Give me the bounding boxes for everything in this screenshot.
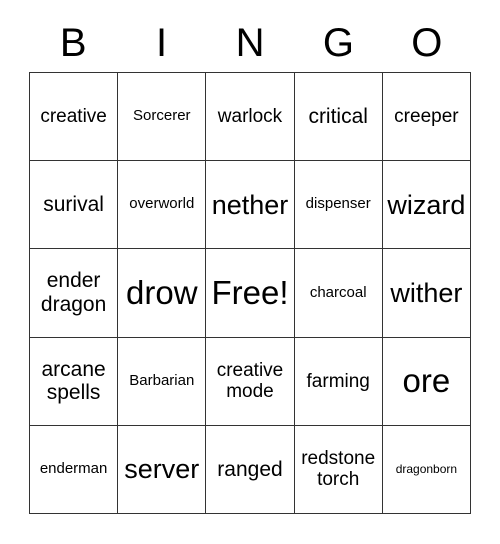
bingo-cell-r4c3[interactable]: creative mode [206,337,295,426]
bingo-cell-r2c5[interactable]: wizard [382,161,471,250]
bingo-cell-r1c2[interactable]: Sorcerer [118,73,207,162]
bingo-cell-label: drow [126,273,198,311]
bingo-cell-label: creative mode [216,359,284,403]
bingo-cell-label: Sorcerer [133,107,191,125]
bingo-cell-r2c1[interactable]: surival [30,161,119,250]
bingo-cell-r3c4[interactable]: charcoal [294,249,383,338]
bingo-cell-label: ranged [217,457,283,481]
bingo-cell-r2c4[interactable]: dispenser [294,161,383,250]
bingo-cell-label: warlock [217,105,283,127]
bingo-cell-label: wither [390,277,463,308]
header-letter-b: B [59,21,87,65]
bingo-cell-r2c3[interactable]: nether [206,161,295,250]
bingo-cell-r5c5[interactable]: dragonborn [382,425,471,514]
bingo-cell-r5c1[interactable]: enderman [30,425,119,514]
bingo-cell-label: redstone torch [301,448,376,491]
bingo-cell-label: surival [43,193,104,217]
bingo-cell-r1c4[interactable]: critical [294,73,383,162]
bingo-cell-label: creative [40,105,107,127]
bingo-cell-label: wizard [387,189,466,220]
bingo-cell-label: arcane spells [41,357,106,405]
bingo-cell-r1c1[interactable]: creative [30,73,119,162]
bingo-cell-r5c4[interactable]: redstone torch [294,425,383,514]
bingo-grid: creative Sorcerer warlock critical creeper su… [29,72,471,514]
header-letter-o: O [411,21,443,65]
bingo-cell-r3c2[interactable]: drow [118,249,207,338]
bingo-cell-r4c1[interactable]: arcane spells [30,337,119,426]
bingo-cell-label: nether [211,189,289,220]
bingo-cell-label: critical [308,104,368,128]
bingo-cell-label: dispenser [305,195,371,213]
bingo-card: B I N G O creative Sorcerer warlock critica… [0,0,500,544]
bingo-cell-label: charcoal [309,283,367,301]
bingo-cell-label: ender dragon [40,269,107,316]
bingo-cell-label: farming [306,370,370,392]
bingo-cell-label: server [124,454,200,485]
bingo-cell-r3c5[interactable]: wither [382,249,471,338]
bingo-cell-label: overworld [129,195,195,213]
bingo-cell-r5c2[interactable]: server [118,425,207,514]
bingo-cell-r4c4[interactable]: farming [294,337,383,426]
bingo-cell-r1c3[interactable]: warlock [206,73,295,162]
bingo-cell-label: enderman [39,459,108,477]
bingo-cell-label: creeper [394,105,459,127]
header-letter-i: I [156,21,168,65]
bingo-cell-r3c3[interactable]: Free! [206,249,295,338]
bingo-header: B I N G O [29,14,471,72]
bingo-cell-r4c2[interactable]: Barbarian [118,337,207,426]
bingo-cell-r1c5[interactable]: creeper [382,73,471,162]
bingo-cell-r3c1[interactable]: ender dragon [30,249,119,338]
bingo-cell-r4c5[interactable]: ore [382,337,471,426]
header-letter-n: N [235,21,265,65]
bingo-cell-r5c3[interactable]: ranged [206,425,295,514]
bingo-cell-label: dragonborn [395,461,458,476]
bingo-cell-label: ore [402,361,451,399]
bingo-cell-label: Free! [211,273,289,311]
header-letter-g: G [322,21,354,65]
bingo-cell-label: Barbarian [129,371,195,389]
bingo-cell-r2c2[interactable]: overworld [118,161,207,250]
